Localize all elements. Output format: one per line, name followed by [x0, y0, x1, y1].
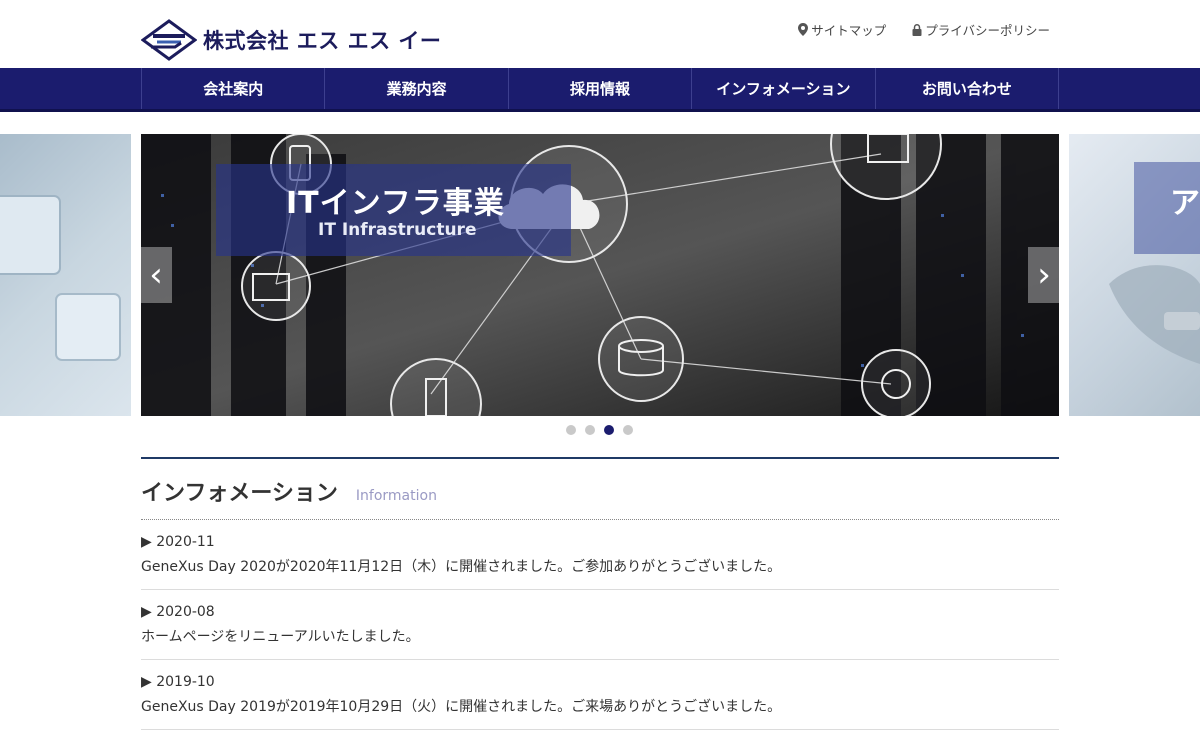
news-date: ▶ 2020-11 [141, 534, 215, 550]
next-slide-caption: ア [1134, 162, 1200, 254]
slider-dot-1[interactable] [566, 425, 576, 435]
privacy-policy-label: プライバシーポリシー [925, 23, 1050, 38]
news-item: ▶ 2019-10 GeneXus Day 2019が2019年10月29日（火… [141, 660, 1059, 730]
hero-slider: ITインフラ事業 IT Infrastructure ア ‹ › [0, 134, 1200, 416]
previous-slide-preview[interactable] [0, 134, 131, 416]
news-list: ▶ 2020-11 GeneXus Day 2020が2020年11月12日（木… [141, 520, 1059, 730]
news-date: ▶ 2019-10 [141, 674, 215, 690]
nav-item-contact[interactable]: お問い合わせ [874, 68, 1060, 109]
active-slide[interactable]: ITインフラ事業 IT Infrastructure [141, 134, 1059, 416]
information-section: インフォメーション Information ▶ 2020-11 GeneXus … [141, 457, 1059, 730]
utility-links: サイトマップ プライバシーポリシー [798, 20, 1050, 39]
news-text: GeneXus Day 2020が2020年11月12日（木）に開催されました。… [141, 559, 782, 575]
slider-prev-button[interactable]: ‹ [140, 247, 172, 303]
nav-item-recruit[interactable]: 採用情報 [507, 68, 691, 109]
company-logo-icon [141, 19, 197, 61]
chevron-right-icon: › [1037, 255, 1051, 295]
map-pin-icon [798, 23, 809, 36]
slider-next-button[interactable]: › [1028, 247, 1060, 303]
global-nav: 会社案内 業務内容 採用情報 インフォメーション お問い合わせ [0, 68, 1200, 112]
sitemap-label: サイトマップ [811, 23, 887, 38]
sitemap-link[interactable]: サイトマップ [798, 20, 886, 39]
chip-image [0, 195, 121, 361]
logo[interactable]: 株式会社 エス エス イー [141, 19, 441, 61]
lock-icon [912, 23, 922, 36]
company-name: 株式会社 エス エス イー [203, 29, 442, 53]
privacy-policy-link[interactable]: プライバシーポリシー [912, 20, 1050, 39]
news-date: ▶ 2020-08 [141, 604, 215, 620]
nav-item-information[interactable]: インフォメーション [691, 68, 874, 109]
site-header: 株式会社 エス エス イー サイトマップ プライバシーポリシー [0, 0, 1200, 68]
slider-pagination [566, 425, 633, 435]
news-item: ▶ 2020-11 GeneXus Day 2020が2020年11月12日（木… [141, 520, 1059, 590]
slider-dot-4[interactable] [623, 425, 633, 435]
slide-caption-title: ITインフラ事業 [286, 186, 505, 221]
news-text: ホームページをリニューアルいたしました。 [141, 629, 420, 645]
chevron-left-icon: ‹ [149, 255, 163, 295]
information-subtitle: Information [355, 488, 437, 504]
slide-caption-subtitle: IT Infrastructure [318, 220, 477, 240]
nav-item-business[interactable]: 業務内容 [324, 68, 507, 109]
slider-dot-3[interactable] [604, 425, 614, 435]
nav-item-company[interactable]: 会社案内 [141, 68, 324, 109]
information-title: インフォメーション [141, 481, 338, 506]
news-text: GeneXus Day 2019が2019年10月29日（火）に開催されました。… [141, 699, 782, 715]
news-item: ▶ 2020-08 ホームページをリニューアルいたしました。 [141, 590, 1059, 660]
slide-caption: ITインフラ事業 IT Infrastructure [216, 164, 571, 256]
information-header: インフォメーション Information [141, 459, 1059, 520]
slider-dot-2[interactable] [585, 425, 595, 435]
